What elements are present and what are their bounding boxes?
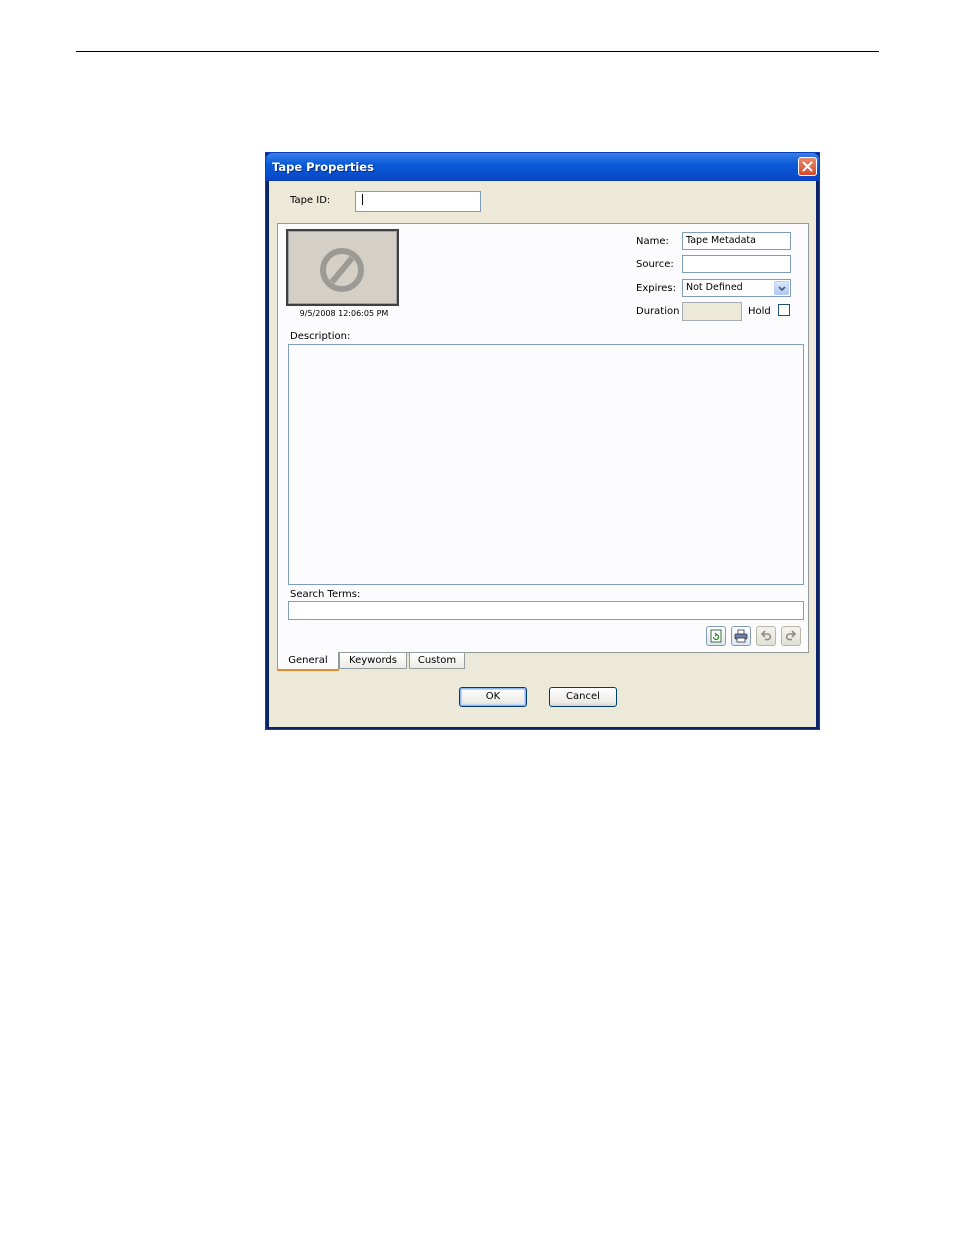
tab-custom[interactable]: Custom xyxy=(409,652,465,669)
refresh-icon xyxy=(710,629,722,643)
no-image-icon xyxy=(320,248,364,292)
title-bar[interactable]: Tape Properties xyxy=(266,153,819,181)
print-icon xyxy=(734,629,748,643)
duration-field xyxy=(682,302,742,321)
ok-button[interactable]: OK xyxy=(459,687,527,707)
expires-value: Not Defined xyxy=(686,282,743,293)
search-terms-label: Search Terms: xyxy=(290,589,361,600)
tape-id-label: Tape ID: xyxy=(290,195,331,206)
page-header-rule xyxy=(76,51,879,52)
redo-icon xyxy=(785,630,797,641)
search-terms-field[interactable] xyxy=(288,601,804,620)
hold-checkbox[interactable] xyxy=(778,304,790,316)
tab-strip: General Keywords Custom xyxy=(277,652,809,672)
thumbnail-timestamp: 9/5/2008 12:06:05 PM xyxy=(299,309,389,318)
description-label: Description: xyxy=(290,331,351,342)
close-button[interactable] xyxy=(798,157,817,176)
undo-icon xyxy=(760,630,772,641)
duration-label: Duration xyxy=(636,306,680,317)
refresh-button[interactable] xyxy=(706,626,726,646)
tape-id-field[interactable] xyxy=(355,191,481,212)
name-label: Name: xyxy=(636,236,669,247)
expires-dropdown-button[interactable] xyxy=(774,281,789,295)
name-field[interactable]: Tape Metadata xyxy=(682,232,791,250)
tab-keywords[interactable]: Keywords xyxy=(339,652,407,669)
close-icon xyxy=(802,161,813,172)
text-caret xyxy=(362,194,363,205)
source-field[interactable] xyxy=(682,255,791,273)
source-label: Source: xyxy=(636,259,674,270)
redo-button[interactable] xyxy=(781,626,801,646)
dialog-title: Tape Properties xyxy=(272,160,374,174)
expires-label: Expires: xyxy=(636,283,676,294)
general-tab-panel: 9/5/2008 12:06:05 PM Name: Tape Metadata… xyxy=(277,223,809,653)
undo-button[interactable] xyxy=(756,626,776,646)
thumbnail xyxy=(286,229,399,306)
description-textarea[interactable] xyxy=(288,344,804,585)
print-button[interactable] xyxy=(731,626,751,646)
expires-dropdown[interactable]: Not Defined xyxy=(682,279,791,297)
dialog-client-area: Tape ID: 9/5/2008 12:06:05 PM Name: Tape… xyxy=(269,181,816,727)
tab-general[interactable]: General xyxy=(277,652,339,671)
chevron-down-icon xyxy=(778,286,786,292)
tape-properties-dialog: Tape Properties Tape ID: 9/5/2008 12:06:… xyxy=(265,152,820,730)
cancel-button[interactable]: Cancel xyxy=(549,687,617,707)
hold-label: Hold xyxy=(748,306,771,317)
